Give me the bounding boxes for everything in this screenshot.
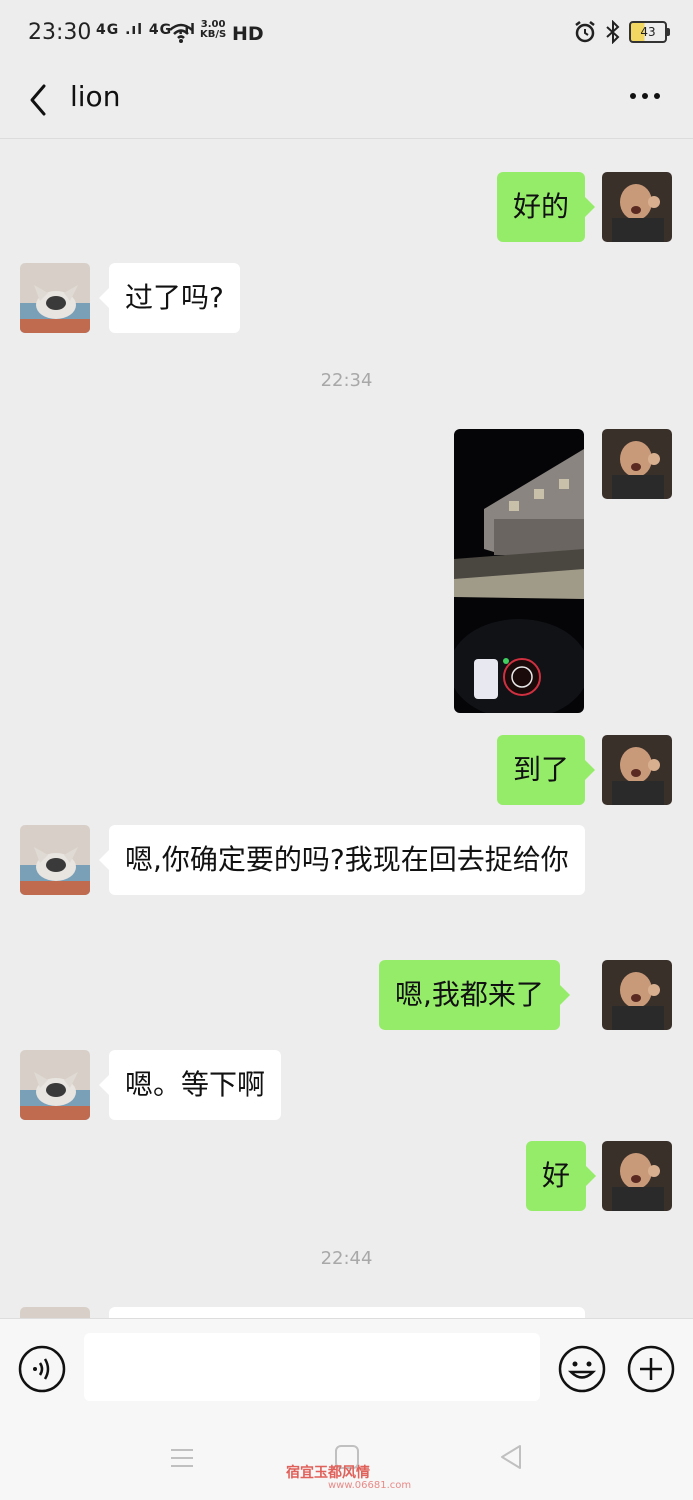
contact-avatar[interactable] <box>20 1050 90 1120</box>
network-speed: 3.00 KB/S <box>200 20 226 40</box>
message-bubble-sent[interactable]: 好 <box>526 1141 597 1211</box>
battery-indicator: 43 <box>629 21 670 43</box>
message-bubble-received[interactable] <box>109 1307 585 1318</box>
my-avatar[interactable] <box>602 960 672 1030</box>
emoji-icon[interactable] <box>558 1345 606 1393</box>
status-bar: 23:30 4G .ıl 4G .ıl 3.00 KB/S HD 43 <box>0 0 693 66</box>
message-bubble-received[interactable]: 过了吗? <box>99 263 240 333</box>
input-bar <box>0 1318 693 1419</box>
chat-header: lion <box>0 66 693 139</box>
chat-title: lion <box>70 80 121 113</box>
message-bubble-received[interactable]: 嗯。等下啊 <box>98 1050 282 1120</box>
message-timestamp: 22:44 <box>320 1248 373 1269</box>
watermark-url: www.06681.com <box>328 1480 412 1491</box>
nav-menu-icon[interactable] <box>168 1444 196 1472</box>
voice-icon[interactable] <box>18 1345 66 1393</box>
more-dots-icon[interactable] <box>625 80 665 120</box>
status-right: 43 <box>573 20 670 44</box>
hd-indicator: HD <box>232 23 264 45</box>
bluetooth-icon <box>606 20 620 44</box>
message-bubble-sent[interactable]: 到了 <box>497 735 596 805</box>
contact-avatar[interactable] <box>20 263 90 333</box>
speed-unit: KB/S <box>200 29 227 40</box>
system-nav-bar: 宿宜玉都风情 www.06681.com <box>0 1418 693 1500</box>
plus-icon[interactable] <box>627 1345 675 1393</box>
my-avatar[interactable] <box>602 1141 672 1211</box>
image-message[interactable] <box>454 429 584 713</box>
alarm-icon <box>575 21 595 43</box>
message-bubble-sent[interactable]: 好的 <box>497 172 596 242</box>
contact-avatar[interactable] <box>20 1307 90 1318</box>
message-timestamp: 22:34 <box>320 370 373 391</box>
contact-avatar[interactable] <box>20 825 90 895</box>
nav-back-icon[interactable] <box>496 1442 526 1472</box>
back-arrow-icon[interactable] <box>22 80 62 120</box>
watermark-text: 宿宜玉都风情 <box>286 1465 370 1481</box>
status-time: 23:30 <box>28 20 92 45</box>
message-input[interactable] <box>84 1333 540 1401</box>
message-list[interactable]: 好的 过了吗? 22:34 到了 嗯,你确定要的吗?我现在回去捉给你 嗯,我都来… <box>0 139 693 1318</box>
my-avatar[interactable] <box>602 429 672 499</box>
message-bubble-received[interactable]: 嗯,你确定要的吗?我现在回去捉给你 <box>99 825 585 895</box>
my-avatar[interactable] <box>602 735 672 805</box>
my-avatar[interactable] <box>602 172 672 242</box>
wifi-icon <box>169 23 193 43</box>
message-bubble-sent[interactable]: 嗯,我都来了 <box>379 960 570 1030</box>
